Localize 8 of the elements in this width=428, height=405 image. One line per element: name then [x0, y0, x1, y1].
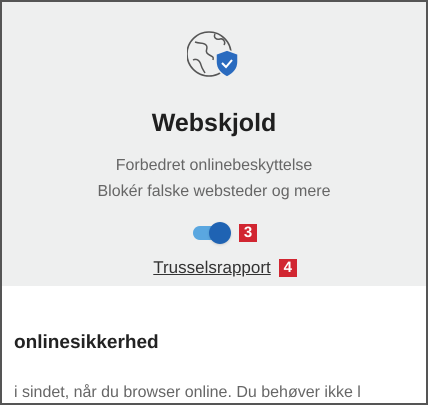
- callout-badge: 3: [239, 224, 257, 242]
- subtitle-text: Forbedret onlinebeskyttelse: [116, 156, 312, 176]
- section-heading: onlinesikkerhed: [13, 331, 160, 355]
- panel-title: Webskjold: [152, 108, 276, 139]
- section-text: i sindet, når du browser online. Du behøver ikke l: [13, 382, 362, 402]
- callout-badge: 4: [278, 258, 297, 276]
- subtitle-text: Blokér falske websteder og mere: [98, 182, 330, 202]
- threat-report-link[interactable]: Trusselsrapport: [153, 255, 271, 281]
